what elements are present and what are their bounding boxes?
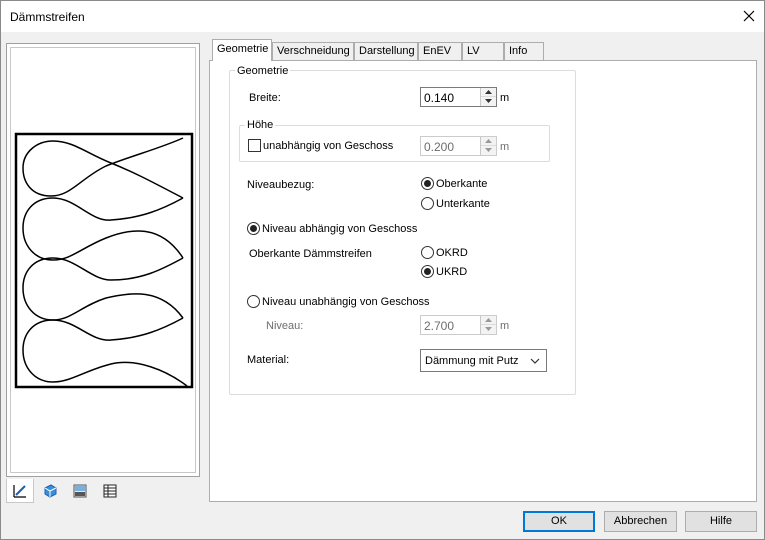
hoehe-unit: m xyxy=(500,141,510,153)
hoehe-value: 0.200 xyxy=(424,140,455,154)
okrd-label: OKRD xyxy=(436,247,468,259)
close-button[interactable] xyxy=(734,1,764,31)
oberkante-radio[interactable] xyxy=(421,177,434,190)
niveau-decrement-button[interactable] xyxy=(481,325,496,334)
hoehe-checkbox-label: unabhängig von Geschoss xyxy=(263,140,394,152)
window-title: Dämmstreifen xyxy=(10,10,85,24)
tab-lv[interactable]: LV xyxy=(462,42,504,60)
close-icon xyxy=(743,10,755,22)
unterkante-radio[interactable] xyxy=(421,197,434,210)
tab-enev[interactable]: EnEV xyxy=(418,42,462,60)
niveau-abhaengig-label: Niveau abhängig von Geschoss xyxy=(262,223,418,235)
tab-darstellung[interactable]: Darstellung xyxy=(354,42,418,60)
bitmap-view-icon xyxy=(73,484,87,498)
bitmap-view-button[interactable] xyxy=(66,479,94,503)
niveau-unabhaengig-radio[interactable] xyxy=(247,295,260,308)
material-select[interactable]: Dämmung mit Putz xyxy=(420,349,547,372)
table-view-icon xyxy=(103,484,117,498)
3d-view-icon xyxy=(44,484,57,498)
niveaubezug-label: Niveaubezug: xyxy=(247,179,315,191)
niveau-abhaengig-radio[interactable] xyxy=(247,222,260,235)
arrow-up-icon xyxy=(485,90,492,94)
geometry-group-label: Geometrie xyxy=(235,65,291,77)
edit-view-icon xyxy=(13,484,26,498)
table-view-button[interactable] xyxy=(96,479,124,503)
dialog-window: Dämmstreifen Geometrie Verschneidung Dar… xyxy=(0,0,765,540)
breite-increment-button[interactable] xyxy=(481,88,496,97)
chevron-down-icon xyxy=(530,358,540,364)
tab-panel-geometrie: Geometrie Breite: 0.140 m Höhe unabhängi… xyxy=(209,60,757,502)
niveau-unabhaengig-label: Niveau unabhängig von Geschoss xyxy=(262,296,430,308)
niveau-unit: m xyxy=(500,320,510,332)
niveau-stepper[interactable]: 2.700 xyxy=(420,315,497,335)
tab-info[interactable]: Info xyxy=(504,42,544,60)
niveau-increment-button[interactable] xyxy=(481,316,496,325)
view-toolbar xyxy=(6,479,200,503)
title-bar: Dämmstreifen xyxy=(1,1,764,32)
okrd-radio[interactable] xyxy=(421,246,434,259)
unterkante-label: Unterkante xyxy=(436,198,490,210)
tab-geometrie[interactable]: Geometrie xyxy=(212,39,272,61)
hoehe-group-label: Höhe xyxy=(245,119,276,131)
insulation-strip-preview xyxy=(14,132,194,389)
material-value: Dämmung mit Putz xyxy=(425,355,519,367)
oberkante-daemmstreifen-label: Oberkante Dämmstreifen xyxy=(249,248,372,260)
hoehe-unabhaengig-checkbox[interactable] xyxy=(248,139,261,152)
preview-canvas xyxy=(10,47,196,473)
breite-unit: m xyxy=(500,92,510,104)
cancel-button[interactable]: Abbrechen xyxy=(604,511,677,532)
hoehe-increment-button[interactable] xyxy=(481,137,496,146)
help-button[interactable]: Hilfe xyxy=(685,511,757,532)
arrow-up-icon xyxy=(485,318,492,322)
ukrd-radio[interactable] xyxy=(421,265,434,278)
preview-pane xyxy=(6,43,200,477)
3d-view-button[interactable] xyxy=(36,479,64,503)
breite-stepper[interactable]: 0.140 xyxy=(420,87,497,107)
edit-view-button[interactable] xyxy=(6,479,34,503)
arrow-down-icon xyxy=(485,327,492,331)
ok-button[interactable]: OK xyxy=(523,511,595,532)
oberkante-label: Oberkante xyxy=(436,178,488,190)
breite-decrement-button[interactable] xyxy=(481,97,496,106)
breite-label: Breite: xyxy=(249,92,281,104)
tab-verschneidung[interactable]: Verschneidung xyxy=(272,42,354,60)
hoehe-stepper[interactable]: 0.200 xyxy=(420,136,497,156)
ukrd-label: UKRD xyxy=(436,266,468,278)
arrow-down-icon xyxy=(485,99,492,103)
niveau-value: 2.700 xyxy=(424,319,455,333)
breite-value: 0.140 xyxy=(424,91,455,105)
material-label: Material: xyxy=(247,354,290,366)
hoehe-decrement-button[interactable] xyxy=(481,146,496,155)
arrow-down-icon xyxy=(485,148,492,152)
niveau-label: Niveau: xyxy=(266,320,304,332)
arrow-up-icon xyxy=(485,139,492,143)
